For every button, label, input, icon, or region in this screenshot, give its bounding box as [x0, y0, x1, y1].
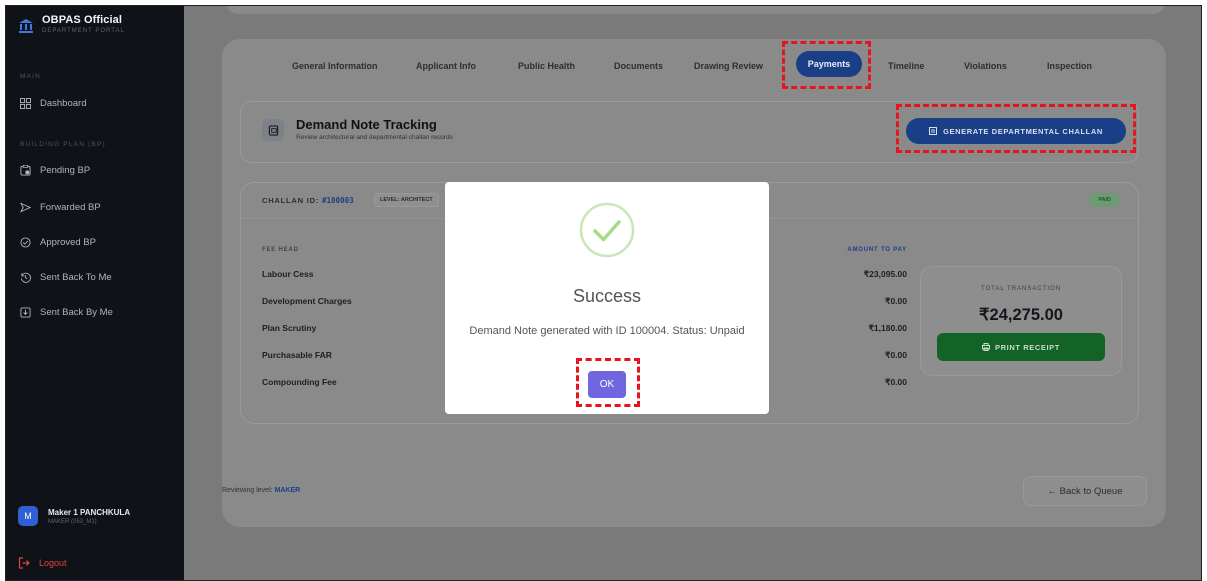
total-value: ₹24,275.00: [979, 306, 1063, 324]
reviewing-level-value: MAKER: [274, 487, 301, 494]
receipt-icon: [262, 119, 284, 141]
tab-timeline[interactable]: Timeline: [888, 61, 924, 71]
sidebar-item-label: Sent Back By Me: [40, 307, 113, 318]
fee-head-header: FEE HEAD: [262, 247, 299, 253]
forward-icon: [20, 202, 31, 213]
pending-icon: [20, 165, 31, 176]
user-name: Maker 1 PANCHKULA: [48, 507, 131, 517]
sidebar-item-label: Forwarded BP: [40, 202, 101, 213]
logout-icon: [18, 557, 30, 569]
challan-id-value: #100003: [322, 196, 354, 205]
tab-drawing-review[interactable]: Drawing Review: [694, 61, 763, 71]
brand-subtitle: DEPARTMENT PORTAL: [42, 28, 125, 34]
return-box-icon: [20, 307, 31, 318]
fee-amount: ₹0.00: [885, 377, 907, 387]
challan-id-label: CHALLAN ID:: [262, 196, 320, 205]
tab-documents[interactable]: Documents: [614, 61, 663, 71]
reviewing-prefix: Reviewing level:: [222, 487, 273, 494]
user-role: MAKER (053_M1): [48, 518, 97, 525]
sidebar-item-sent-back-by-me[interactable]: Sent Back By Me: [20, 307, 113, 318]
fee-name: Plan Scrutiny: [262, 323, 317, 333]
fee-amount: ₹0.00: [885, 296, 907, 306]
reviewing-level: Reviewing level: MAKER: [222, 487, 300, 494]
dashboard-icon: [20, 98, 31, 109]
sidebar: OBPAS Official DEPARTMENT PORTAL MAIN Da…: [6, 6, 184, 580]
fee-amount: ₹1,180.00: [868, 323, 908, 333]
tab-bar: General Information Applicant Info Publi…: [222, 39, 1166, 85]
check-circle-icon: [20, 237, 31, 248]
avatar: M: [18, 506, 38, 526]
sidebar-item-approved-bp[interactable]: Approved BP: [20, 237, 96, 248]
sidebar-item-pending-bp[interactable]: Pending BP: [20, 165, 90, 176]
ok-button-highlight: [576, 358, 640, 407]
generate-challan-highlight: [896, 104, 1136, 153]
logout-label: Logout: [39, 558, 67, 568]
print-receipt-button[interactable]: PRINT RECEIPT: [937, 333, 1105, 361]
demand-note-subtitle: Review architectural and departmental ch…: [296, 134, 453, 141]
demand-note-title: Demand Note Tracking: [296, 117, 437, 132]
dialog-message: Demand Note generated with ID 100004. St…: [469, 325, 745, 337]
sidebar-item-label: Dashboard: [40, 98, 87, 109]
total-transaction-box: TOTAL TRANSACTION ₹24,275.00 PRINT RECEI…: [920, 266, 1122, 376]
amount-header: AMOUNT TO PAY: [847, 247, 907, 253]
fee-name: Compounding Fee: [262, 377, 337, 387]
logout-button[interactable]: Logout: [18, 557, 67, 569]
printer-icon: [982, 343, 991, 351]
fee-name: Development Charges: [262, 296, 352, 306]
user-profile[interactable]: M Maker 1 PANCHKULA MAKER (053_M1): [18, 506, 130, 526]
level-badge: LEVEL: ARCHITECT: [374, 193, 439, 207]
section-label-main: MAIN: [20, 73, 42, 80]
tab-inspection[interactable]: Inspection: [1047, 61, 1092, 71]
payments-tab-highlight: [782, 41, 871, 89]
section-label-bp: BUILDING PLAN (BP): [20, 141, 106, 148]
success-check-icon: [579, 202, 635, 258]
brand-title: OBPAS Official: [42, 14, 123, 26]
brand: OBPAS Official DEPARTMENT PORTAL: [18, 14, 125, 34]
back-to-queue-button[interactable]: ← Back to Queue: [1023, 476, 1147, 506]
fee-name: Labour Cess: [262, 269, 314, 279]
sidebar-item-sent-back-to-me[interactable]: Sent Back To Me: [20, 272, 112, 283]
dialog-title: Success: [572, 286, 642, 306]
app-window: OBPAS Official DEPARTMENT PORTAL MAIN Da…: [5, 5, 1202, 581]
sidebar-item-label: Sent Back To Me: [40, 272, 112, 283]
sidebar-item-label: Approved BP: [40, 237, 96, 248]
bank-icon: [19, 19, 33, 33]
print-receipt-label: PRINT RECEIPT: [995, 342, 1060, 352]
sidebar-item-dashboard[interactable]: Dashboard: [20, 98, 86, 109]
sidebar-item-label: Pending BP: [40, 165, 91, 176]
sidebar-item-forwarded-bp[interactable]: Forwarded BP: [20, 202, 101, 213]
challan-id: CHALLAN ID: #100003: [262, 196, 354, 205]
tab-applicant-info[interactable]: Applicant Info: [416, 61, 476, 71]
tab-public-health[interactable]: Public Health: [518, 61, 575, 71]
fee-amount: ₹23,095.00: [863, 269, 907, 279]
total-label: TOTAL TRANSACTION: [980, 286, 1062, 292]
fee-amount: ₹0.00: [885, 350, 907, 360]
previous-card-edge: [226, 6, 1165, 14]
history-icon: [20, 272, 31, 283]
status-badge: PAID: [1089, 193, 1120, 207]
fee-name: Purchasable FAR: [262, 350, 332, 360]
tab-general-information[interactable]: General Information: [292, 61, 378, 71]
tab-violations[interactable]: Violations: [964, 61, 1007, 71]
